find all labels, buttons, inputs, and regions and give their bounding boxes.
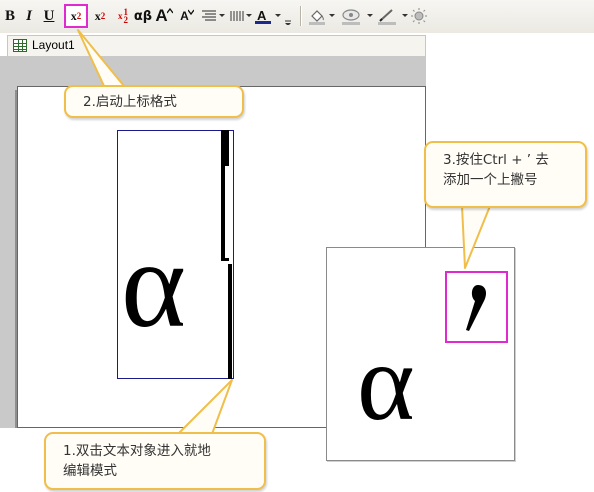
callout-step-1-box: 1.双击文本对象进入就地 编辑模式 xyxy=(44,432,266,490)
callout-step-1-pointer xyxy=(177,379,233,435)
callout-step-1-line-1: 1.双击文本对象进入就地 xyxy=(63,443,211,459)
callout-step-1-line-2: 编辑模式 xyxy=(63,463,117,479)
